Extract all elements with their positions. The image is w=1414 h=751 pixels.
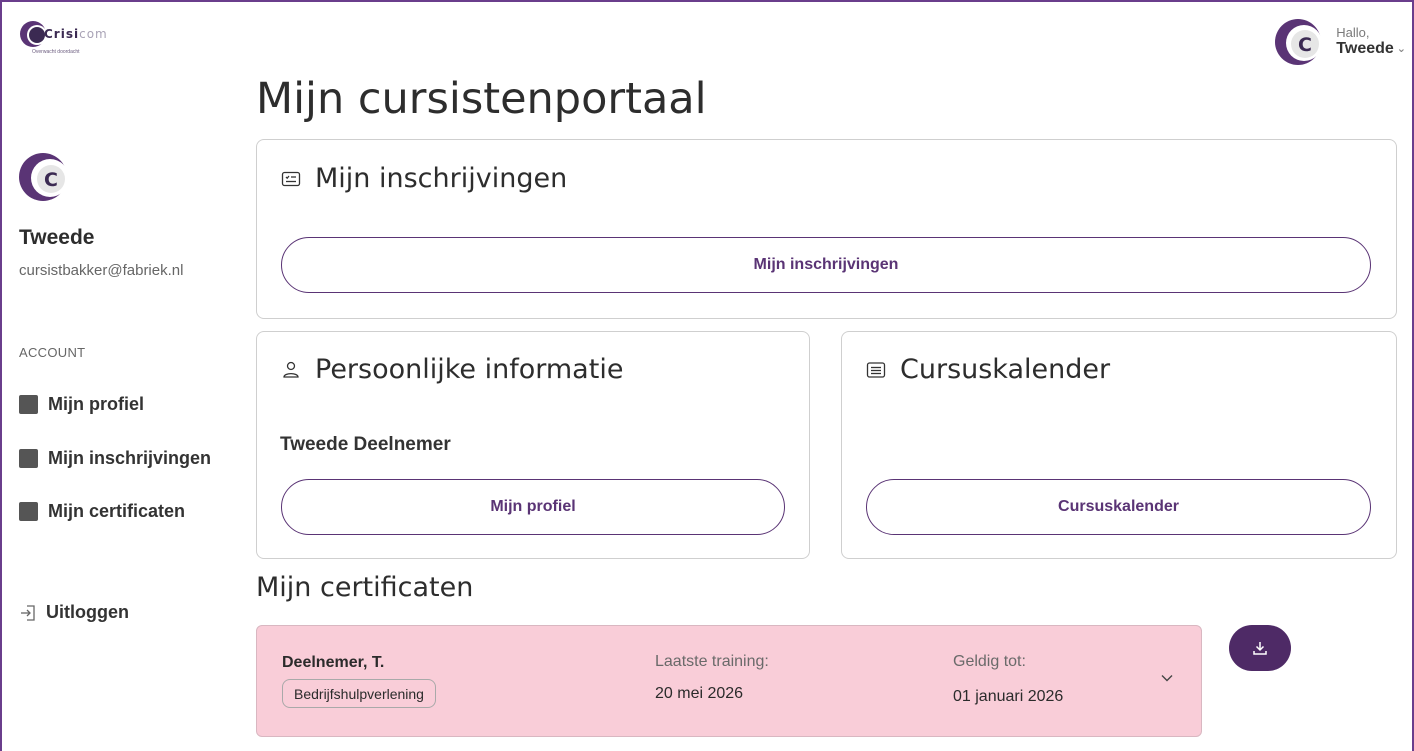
square-icon: [19, 449, 38, 468]
certificates-heading: Mijn certificaten: [256, 572, 474, 603]
card-title-persoonlijk: Persoonlijke informatie: [281, 354, 623, 385]
last-training-value: 20 mei 2026: [655, 685, 744, 702]
svg-text:C: C: [44, 169, 58, 191]
card-title-kalender: Cursuskalender: [866, 354, 1110, 385]
id-card-icon: [281, 171, 301, 186]
user-menu[interactable]: C Hallo, Tweede ⌄: [1274, 16, 1406, 68]
list-icon: [866, 361, 886, 378]
sidebar-section-label: ACCOUNT: [19, 345, 86, 360]
certificate-holder: Deelnemer, T.: [282, 654, 385, 671]
profile-name: Tweede: [19, 226, 95, 249]
card-title-text: Cursuskalender: [900, 354, 1111, 385]
logout-label: Uitloggen: [46, 602, 129, 622]
certificate-row[interactable]: Deelnemer, T. Bedrijfshulpverlening Laat…: [256, 625, 1202, 737]
square-icon: [19, 502, 38, 521]
logout-link[interactable]: Uitloggen: [19, 602, 129, 623]
svg-text:C: C: [1298, 34, 1312, 56]
sidebar-item-label: Mijn inschrijvingen: [48, 448, 212, 468]
logo-tagline: Overwacht doordacht: [32, 49, 80, 55]
card-title-text: Mijn inschrijvingen: [315, 163, 568, 194]
profile-email: cursistbakker@fabriek.nl: [19, 262, 184, 279]
person-full-name: Tweede Deelnemer: [280, 434, 451, 455]
sidebar-item-profiel[interactable]: Mijn profiel: [19, 394, 144, 415]
logo-text-secondary: com: [79, 27, 108, 41]
course-badge: Bedrijfshulpverlening: [282, 679, 436, 708]
sidebar-item-inschrijvingen[interactable]: Mijn inschrijvingen: [19, 448, 211, 469]
user-name: Tweede: [1336, 40, 1394, 58]
profile-avatar-icon: C: [19, 153, 69, 201]
cursuskalender-button[interactable]: Cursuskalender: [866, 479, 1371, 535]
sidebar-item-label: Mijn profiel: [48, 394, 144, 414]
brand-logo[interactable]: Crisicom Overwacht doordacht: [18, 20, 126, 64]
chevron-down-icon: ⌄: [1396, 43, 1406, 56]
profiel-button[interactable]: Mijn profiel: [281, 479, 785, 535]
last-training-label: Laatste training:: [655, 653, 769, 670]
download-certificate-button[interactable]: [1229, 625, 1291, 671]
sidebar-item-certificaten[interactable]: Mijn certificaten: [19, 501, 185, 522]
page-title: Mijn cursistenportaal: [256, 74, 707, 124]
user-icon: [283, 361, 299, 378]
inschrijvingen-button[interactable]: Mijn inschrijvingen: [281, 237, 1371, 293]
valid-until-label: Geldig tot:: [953, 653, 1026, 670]
logo-text-primary: Crisi: [44, 27, 80, 41]
sidebar-item-label: Mijn certificaten: [48, 501, 186, 521]
user-avatar-icon: C: [1275, 19, 1323, 65]
card-title-inschrijvingen: Mijn inschrijvingen: [281, 163, 567, 194]
greeting-text: Hallo,: [1336, 25, 1370, 41]
card-title-text: Persoonlijke informatie: [315, 354, 624, 385]
logout-icon: [21, 604, 35, 621]
valid-until-value: 01 januari 2026: [953, 688, 1064, 705]
chevron-down-icon[interactable]: [1159, 670, 1175, 686]
download-icon: [1253, 642, 1267, 655]
square-icon: [19, 395, 38, 414]
logo-text: Crisicom: [44, 27, 108, 41]
